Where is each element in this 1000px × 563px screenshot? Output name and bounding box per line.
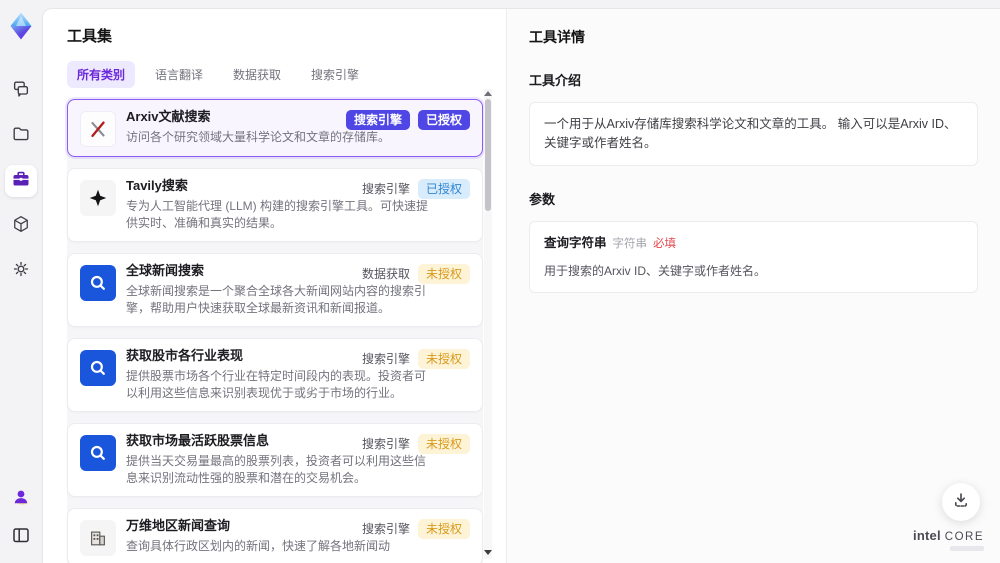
folder-icon	[11, 124, 31, 149]
status-badge: 未授权	[417, 348, 470, 370]
intro-box: 一个用于从Arxiv存储库搜索科学论文和文章的工具。 输入可以是Arxiv ID…	[529, 102, 978, 166]
status-badge: 已授权	[417, 110, 470, 131]
status-badge: 已授权	[417, 179, 470, 200]
status-badge: 未授权	[417, 518, 470, 540]
tool-card-arxiv[interactable]: Arxiv文献搜索 访问各个研究领域大量科学论文和文章的存储库。 搜索引擎 已授…	[67, 99, 483, 157]
tab-all-categories[interactable]: 所有类别	[67, 61, 136, 88]
category-label: 搜索引擎	[361, 436, 410, 451]
intel-core-logo: intel CORE	[913, 528, 984, 551]
list-scrollbar[interactable]	[484, 89, 492, 559]
rail-bottom	[5, 483, 37, 553]
tab-search-engine[interactable]: 搜索引擎	[301, 61, 369, 88]
category-tabs: 所有类别 语言翻译 数据获取 搜索引擎	[67, 61, 506, 88]
tool-list-column: 工具集 所有类别 语言翻译 数据获取 搜索引擎 Arxiv文献搜索 访问各个研究…	[43, 9, 506, 563]
nav-packages[interactable]	[5, 210, 37, 242]
core-wordmark: CORE	[944, 531, 984, 543]
arxiv-logo-icon	[80, 111, 116, 147]
tool-description: 全球新闻搜索是一个聚合全球各大新闻网站内容的搜索引擎，帮助用户快速获取全球最新资…	[126, 283, 427, 315]
intel-wordmark: intel	[913, 528, 941, 543]
tool-card-active-stocks[interactable]: 获取市场最活跃股票信息 提供当天交易量最高的股票列表，投资者可以利用这些信息来识…	[67, 422, 483, 497]
tab-language-translation[interactable]: 语言翻译	[145, 61, 213, 88]
toolbox-icon	[11, 169, 31, 194]
download-icon	[952, 491, 970, 514]
app-logo-gem-icon[interactable]	[6, 11, 36, 41]
nav-toolbox-active[interactable]	[5, 165, 37, 197]
tool-detail-panel: 工具详情 工具介绍 一个用于从Arxiv存储库搜索科学论文和文章的工具。 输入可…	[506, 9, 1000, 563]
nav-collapse-panel[interactable]	[5, 521, 37, 553]
tool-description: 提供当天交易量最高的股票列表，投资者可以利用这些信息来识别流动性强的股票和潜在的…	[126, 453, 427, 485]
category-label: 数据获取	[361, 266, 410, 281]
category-label: 搜索引擎	[361, 182, 410, 196]
tool-cards: Arxiv文献搜索 访问各个研究领域大量科学论文和文章的存储库。 搜索引擎 已授…	[67, 99, 483, 563]
brand-sub-bar	[950, 546, 984, 551]
blue-search-logo-icon	[80, 434, 116, 471]
blue-search-logo-icon	[80, 264, 116, 301]
status-badge: 未授权	[417, 263, 470, 285]
panel-toggle-icon	[11, 525, 31, 550]
category-label: 搜索引擎	[361, 521, 410, 536]
tool-description: 访问各个研究领域大量科学论文和文章的存储库。	[126, 129, 391, 144]
param-description: 用于搜索的Arxiv ID、关键字或作者姓名。	[544, 263, 767, 278]
main-panel: 工具集 所有类别 语言翻译 数据获取 搜索引擎 Arxiv文献搜索 访问各个研究…	[42, 8, 1000, 563]
blue-search-logo-icon	[80, 349, 116, 386]
cube-icon	[11, 214, 31, 239]
status-badge: 未授权	[417, 433, 470, 455]
tab-data-acquisition[interactable]: 数据获取	[223, 61, 291, 88]
nav-chat[interactable]	[5, 75, 37, 107]
left-rail	[0, 0, 42, 563]
chat-icon	[11, 79, 31, 104]
param-box: 查询字符串 字符串 必填 用于搜索的Arxiv ID、关键字或作者姓名。	[529, 220, 978, 293]
tool-card-sector-performance[interactable]: 获取股市各行业表现 提供股票市场各个行业在特定时间段内的表现。投资者可以利用这些…	[67, 337, 483, 412]
download-button[interactable]	[942, 483, 980, 521]
news-building-logo-icon	[80, 519, 116, 556]
scroll-up-arrow-icon[interactable]	[484, 91, 492, 96]
user-icon	[11, 487, 31, 512]
scrollbar-thumb[interactable]	[485, 99, 491, 211]
tool-card-global-news[interactable]: 全球新闻搜索 全球新闻搜索是一个聚合全球各大新闻网站内容的搜索引擎，帮助用户快速…	[67, 252, 483, 327]
param-name: 查询字符串	[544, 235, 607, 250]
param-header: 查询字符串 字符串 必填	[544, 234, 963, 253]
tool-description: 查询具体行政区划内的新闻，快速了解各地新闻动	[126, 538, 391, 553]
intro-text: 一个用于从Arxiv存储库搜索科学论文和文章的工具。 输入可以是Arxiv ID…	[544, 117, 957, 150]
param-required-flag: 必填	[653, 237, 677, 250]
nav-files[interactable]	[5, 120, 37, 152]
nav-account[interactable]	[5, 483, 37, 515]
tavily-star-logo-icon	[80, 180, 116, 216]
nav-settings[interactable]	[5, 255, 37, 287]
page-title: 工具集	[67, 28, 113, 45]
intro-heading: 工具介绍	[529, 73, 582, 88]
tool-description: 专为人工智能代理 (LLM) 构建的搜索引擎工具。可快速提供实时、准确和真实的结…	[126, 198, 429, 230]
params-heading: 参数	[529, 191, 556, 207]
scroll-down-arrow-icon[interactable]	[484, 550, 492, 555]
tool-description: 提供股票市场各个行业在特定时间段内的表现。投资者可以利用这些信息来识别表现优于或…	[126, 368, 427, 400]
param-type: 字符串	[612, 237, 648, 250]
rail-nav	[5, 75, 37, 287]
category-badge: 搜索引擎	[345, 110, 410, 131]
tool-card-tavily[interactable]: Tavily搜索 专为人工智能代理 (LLM) 构建的搜索引擎工具。可快速提供实…	[67, 168, 483, 242]
category-label: 搜索引擎	[361, 351, 410, 366]
gear-icon	[11, 259, 31, 284]
tool-card-regional-news[interactable]: 万维地区新闻查询 查询具体行政区划内的新闻，快速了解各地新闻动 搜索引擎 未授权	[67, 507, 483, 563]
detail-title: 工具详情	[529, 29, 585, 45]
